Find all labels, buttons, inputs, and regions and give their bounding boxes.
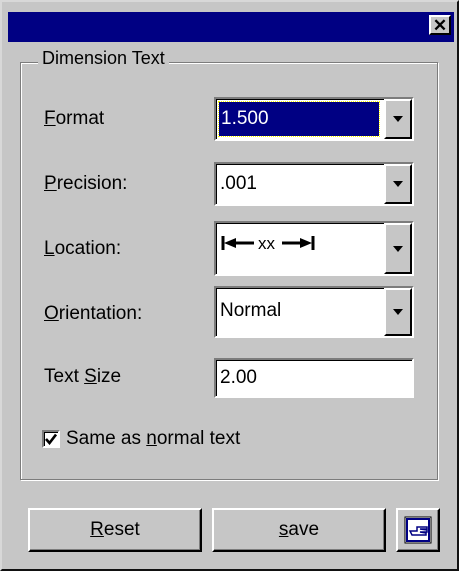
pick-button[interactable] [396,508,440,552]
chevron-down-icon [393,245,403,252]
text-size-label: Text Size [44,366,122,387]
close-icon: ✕ [432,15,448,35]
svg-text:xx: xx [258,234,276,253]
location-combobox[interactable]: xx [214,221,414,276]
location-dimension-glyph: xx [221,234,315,253]
title-bar: ✕ [8,12,454,42]
same-as-normal-text-label: Same as normal text [66,428,241,449]
checkmark-icon [45,433,57,445]
format-value: 1.500 [218,101,380,137]
orientation-value: Normal [220,300,282,321]
group-title: Dimension Text [38,48,169,69]
precision-combobox[interactable]: .001 [214,162,414,206]
text-size-input[interactable]: 2.00 [214,358,414,398]
format-dropdown-button[interactable] [384,99,412,139]
reset-button[interactable]: Reset [28,508,202,552]
close-button[interactable]: ✕ [429,15,451,35]
same-as-normal-text-checkbox[interactable] [42,430,60,448]
chevron-down-icon [393,181,403,187]
precision-value: .001 [220,173,257,194]
text-size-value: 2.00 [220,367,257,388]
save-button-label: save [278,519,320,540]
format-combobox[interactable]: 1.500 [214,97,414,141]
location-dropdown-button[interactable] [384,223,412,274]
orientation-dropdown-button[interactable] [384,288,412,336]
chevron-down-icon [393,309,403,315]
orientation-label: Orientation: [44,303,143,324]
orientation-combobox[interactable]: Normal [214,286,414,338]
location-value: xx [220,233,340,253]
save-button[interactable]: save [212,508,386,552]
precision-dropdown-button[interactable] [384,164,412,204]
format-label: Format [44,108,105,129]
pointing-hand-icon [404,516,432,544]
reset-button-label: Reset [90,519,140,540]
location-label: Location: [44,238,122,259]
precision-label: Precision: [44,173,128,194]
chevron-down-icon [393,116,403,122]
